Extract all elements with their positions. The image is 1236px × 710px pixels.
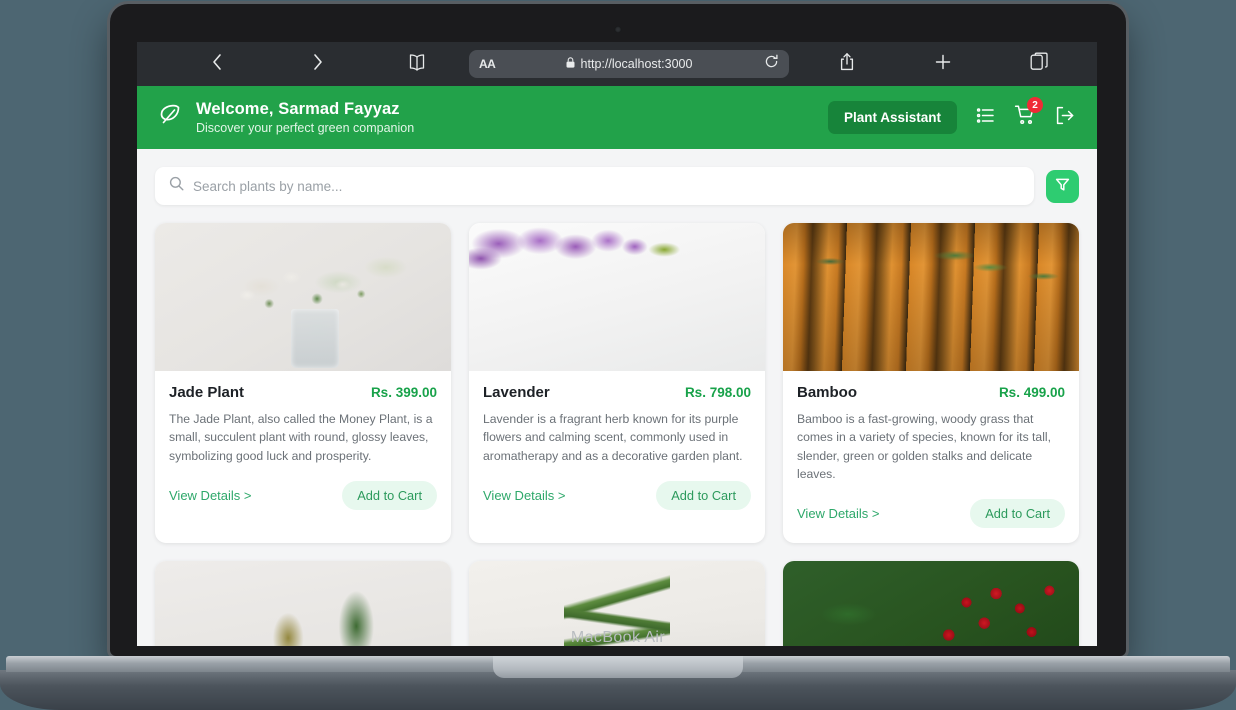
share-icon — [839, 52, 855, 77]
chevron-right-icon — [311, 52, 324, 77]
product-body: Lavender Rs. 798.00 Lavender is a fragra… — [469, 371, 765, 525]
product-actions: View Details > Add to Cart — [483, 480, 751, 510]
reader-view-button[interactable] — [393, 49, 441, 79]
cart-button[interactable]: 2 — [1014, 97, 1043, 131]
product-description: The Jade Plant, also called the Money Pl… — [169, 412, 433, 463]
laptop-lid: AA http://localhost:3000 Welcome, Sarmad… — [110, 4, 1126, 656]
filter-button[interactable] — [1046, 169, 1079, 203]
url-display: http://localhost:3000 — [469, 55, 789, 73]
product-body: Jade Plant Rs. 399.00 The Jade Plant, al… — [155, 371, 451, 525]
product-image — [155, 223, 451, 371]
add-to-cart-button[interactable]: Add to Cart — [342, 480, 437, 510]
product-actions: View Details > Add to Cart — [797, 499, 1065, 529]
screenshot-scene: AA http://localhost:3000 Welcome, Sarmad… — [0, 0, 1236, 710]
add-to-cart-button[interactable]: Add to Cart — [656, 480, 751, 510]
product-image — [783, 223, 1079, 371]
leaf-icon — [155, 100, 185, 135]
new-tab-button[interactable] — [919, 49, 967, 79]
product-body: Bamboo Rs. 499.00 Bamboo is a fast-growi… — [783, 371, 1079, 543]
view-details-link[interactable]: View Details > — [797, 506, 880, 521]
add-to-cart-button[interactable]: Add to Cart — [970, 499, 1065, 529]
cart-badge: 2 — [1027, 97, 1043, 113]
product-name: Bamboo — [797, 384, 857, 401]
product-image — [469, 223, 765, 371]
product-description: Lavender is a fragrant herb known for it… — [483, 412, 743, 463]
product-price: Rs. 499.00 — [998, 385, 1065, 400]
webcam-icon — [614, 26, 622, 33]
product-header: Jade Plant Rs. 399.00 — [169, 384, 437, 401]
plus-icon — [934, 53, 952, 76]
brand-text: Welcome, Sarmad Fayyaz Discover your per… — [196, 100, 414, 135]
page-content: Jade Plant Rs. 399.00 The Jade Plant, al… — [137, 149, 1097, 646]
filter-icon — [1055, 177, 1070, 195]
browser-toolbar: AA http://localhost:3000 — [137, 42, 1097, 86]
view-details-link[interactable]: View Details > — [483, 488, 566, 503]
address-bar[interactable]: AA http://localhost:3000 — [469, 50, 789, 78]
brand: Welcome, Sarmad Fayyaz Discover your per… — [155, 100, 414, 135]
laptop-screen: AA http://localhost:3000 Welcome, Sarmad… — [137, 42, 1097, 646]
product-header: Lavender Rs. 798.00 — [483, 384, 751, 401]
lock-icon — [566, 55, 575, 73]
product-actions: View Details > Add to Cart — [169, 480, 437, 510]
header-actions: Plant Assistant 2 — [827, 97, 1075, 134]
logout-icon — [1054, 105, 1075, 131]
product-card[interactable]: Bamboo Rs. 499.00 Bamboo is a fast-growi… — [783, 223, 1079, 544]
product-header: Bamboo Rs. 499.00 — [797, 384, 1065, 401]
laptop-base — [0, 656, 1236, 710]
search-input[interactable] — [193, 178, 1020, 194]
reload-icon — [764, 54, 779, 74]
back-button[interactable] — [193, 49, 241, 79]
reload-button[interactable] — [764, 54, 779, 74]
page-title: Welcome, Sarmad Fayyaz — [196, 100, 400, 118]
product-name: Lavender — [483, 384, 550, 401]
forward-button[interactable] — [293, 49, 341, 79]
product-description: Bamboo is a fast-growing, woody grass th… — [797, 412, 1052, 481]
laptop-base-notch — [493, 656, 743, 678]
text-size-button[interactable]: AA — [479, 57, 496, 71]
product-price: Rs. 798.00 — [684, 385, 751, 400]
tabs-icon — [1030, 52, 1049, 76]
chevron-left-icon — [211, 52, 224, 77]
product-name: Jade Plant — [169, 384, 245, 401]
logout-button[interactable] — [1054, 105, 1075, 131]
product-card[interactable]: Jade Plant Rs. 399.00 The Jade Plant, al… — [155, 223, 451, 544]
url-text: http://localhost:3000 — [580, 57, 693, 71]
show-tabs-button[interactable] — [1015, 49, 1063, 79]
book-icon — [407, 53, 427, 76]
list-icon — [975, 105, 996, 131]
share-button[interactable] — [823, 49, 871, 79]
device-model-label: MacBook Air — [570, 629, 666, 646]
orders-list-button[interactable] — [975, 105, 996, 131]
page-subtitle: Discover your perfect green companion — [196, 121, 415, 135]
product-grid: Jade Plant Rs. 399.00 The Jade Plant, al… — [155, 223, 1079, 646]
view-details-link[interactable]: View Details > — [169, 488, 252, 503]
product-price: Rs. 399.00 — [370, 385, 437, 400]
product-card[interactable]: Lavender Rs. 798.00 Lavender is a fragra… — [469, 223, 765, 544]
plant-assistant-button[interactable]: Plant Assistant — [827, 101, 957, 134]
search-icon — [169, 176, 184, 196]
search-row — [155, 167, 1079, 205]
search-box[interactable] — [155, 167, 1034, 205]
app-header: Welcome, Sarmad Fayyaz Discover your per… — [137, 86, 1097, 149]
